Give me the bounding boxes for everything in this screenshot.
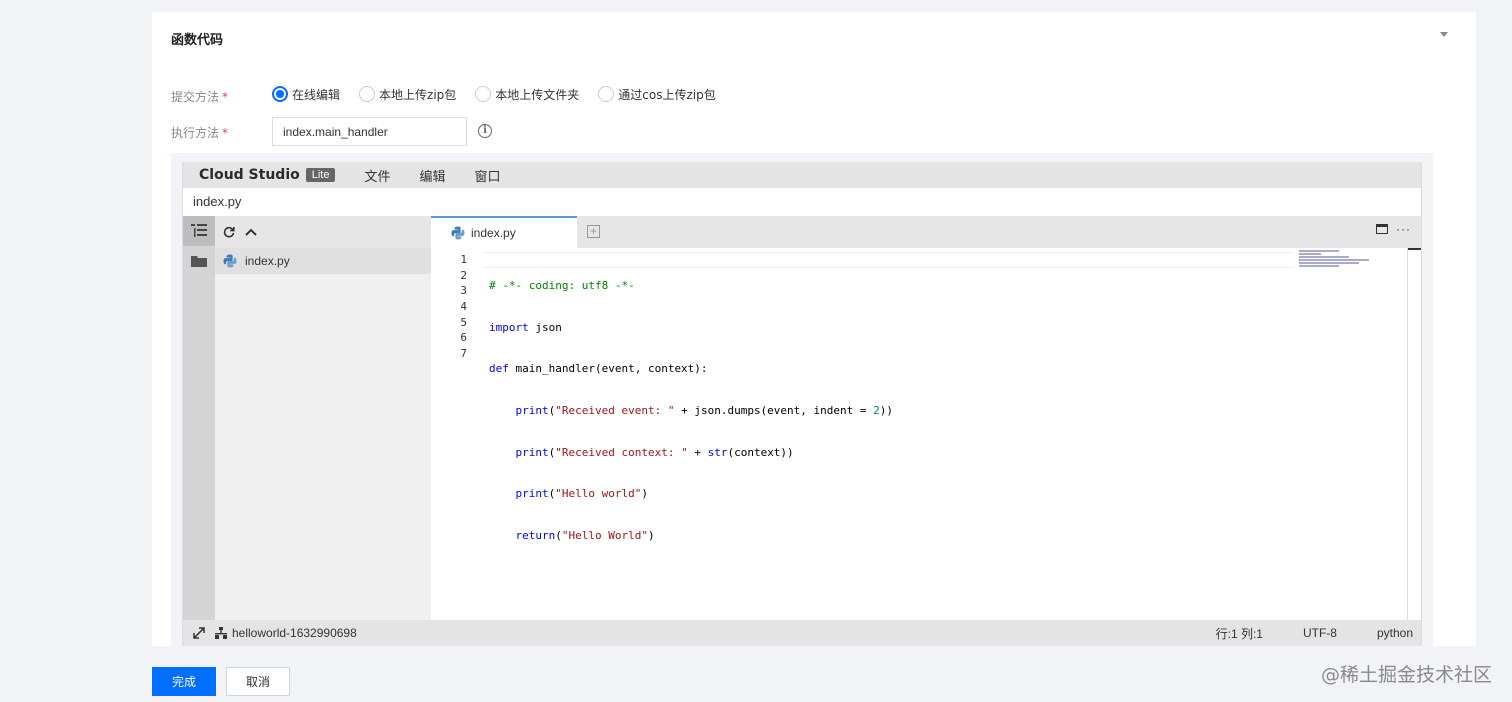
code-line: def main_handler(event, context):	[489, 362, 708, 376]
code-line: # -*- coding: utf8 -*-	[489, 279, 635, 292]
file-explorer: index.py	[215, 216, 431, 620]
code-line: import json	[489, 320, 562, 334]
code-line: print("Hello world")	[515, 487, 648, 501]
radio-online-edit[interactable]: 在线编辑	[272, 86, 340, 103]
menu-window[interactable]: 窗口	[475, 166, 501, 185]
file-language[interactable]: python	[1377, 626, 1413, 640]
cancel-button[interactable]: 取消	[226, 667, 290, 696]
project-icon	[215, 627, 227, 639]
code-line: return("Hello World")	[515, 529, 655, 543]
expand-icon[interactable]	[193, 627, 205, 639]
info-icon[interactable]: i	[478, 124, 492, 138]
menu-edit[interactable]: 编辑	[420, 166, 446, 185]
add-tab-icon[interactable]: +	[587, 225, 600, 238]
radio-cos-zip[interactable]: 通过cos上传zip包	[598, 86, 716, 103]
cloud-studio-ide: Cloud Studio Lite 文件 编辑 窗口 index.py inde…	[182, 162, 1422, 646]
tab-index-py[interactable]: index.py	[431, 216, 577, 248]
python-file-icon	[223, 254, 237, 268]
maximize-icon[interactable]	[1376, 224, 1388, 234]
submit-method-radio-group: 在线编辑 本地上传zip包 本地上传文件夹 通过cos上传zip包	[272, 85, 735, 103]
chevron-up-icon[interactable]	[245, 228, 257, 236]
explorer-file-item[interactable]: index.py	[215, 248, 431, 274]
tree-list-icon	[191, 224, 207, 237]
code-line: print("Received context: " + str(context…	[515, 445, 794, 459]
collapse-caret-icon[interactable]	[1440, 32, 1448, 37]
activity-explorer[interactable]	[183, 216, 215, 246]
more-icon[interactable]: ···	[1396, 223, 1411, 235]
code-lines: # -*- coding: utf8 -*- import json def m…	[489, 252, 893, 570]
radio-dot-icon	[475, 86, 492, 102]
python-file-icon	[451, 226, 465, 240]
code-line: print("Received event: " + json.dumps(ev…	[515, 404, 894, 418]
code-minimap[interactable]	[1299, 250, 1369, 270]
vertical-scrollbar[interactable]	[1407, 248, 1421, 620]
radio-local-folder[interactable]: 本地上传文件夹	[475, 86, 579, 103]
refresh-icon[interactable]	[223, 226, 235, 238]
radio-dot-icon	[272, 86, 288, 102]
ide-menubar: Cloud Studio Lite 文件 编辑 窗口	[183, 162, 1421, 188]
activity-folder[interactable]	[183, 246, 215, 276]
activity-bar	[183, 216, 215, 620]
file-encoding[interactable]: UTF-8	[1303, 626, 1337, 640]
menu-file[interactable]: 文件	[364, 166, 390, 185]
watermark: @稀土掘金技术社区	[1320, 664, 1492, 686]
radio-dot-icon	[359, 86, 376, 102]
handler-input[interactable]	[272, 117, 467, 146]
radio-local-zip[interactable]: 本地上传zip包	[359, 86, 456, 103]
folder-icon	[191, 256, 207, 267]
line-number-gutter: 1 2 3 4 5 6 7	[460, 253, 467, 361]
open-file-title: index.py	[193, 194, 242, 209]
editor-tabbar: index.py + ···	[431, 216, 1421, 248]
project-name: helloworld-1632990698	[232, 626, 357, 640]
ide-statusbar: helloworld-1632990698 行:1 列:1 UTF-8 pyth…	[183, 620, 1421, 646]
confirm-button[interactable]: 完成	[152, 667, 216, 696]
cursor-position[interactable]: 行:1 列:1	[1216, 625, 1263, 642]
submit-method-label: 提交方法 *	[171, 90, 229, 104]
lite-badge: Lite	[305, 168, 336, 182]
code-editor[interactable]: 1 2 3 4 5 6 7 # -*- coding: utf8 -*- imp…	[431, 248, 1421, 620]
handler-label: 执行方法 *	[171, 126, 229, 140]
radio-dot-icon	[598, 86, 615, 102]
section-title: 函数代码	[171, 33, 224, 48]
explorer-toolbar	[215, 216, 431, 248]
ide-brand: Cloud Studio	[199, 167, 300, 183]
tab-actions: ···	[1376, 223, 1411, 235]
